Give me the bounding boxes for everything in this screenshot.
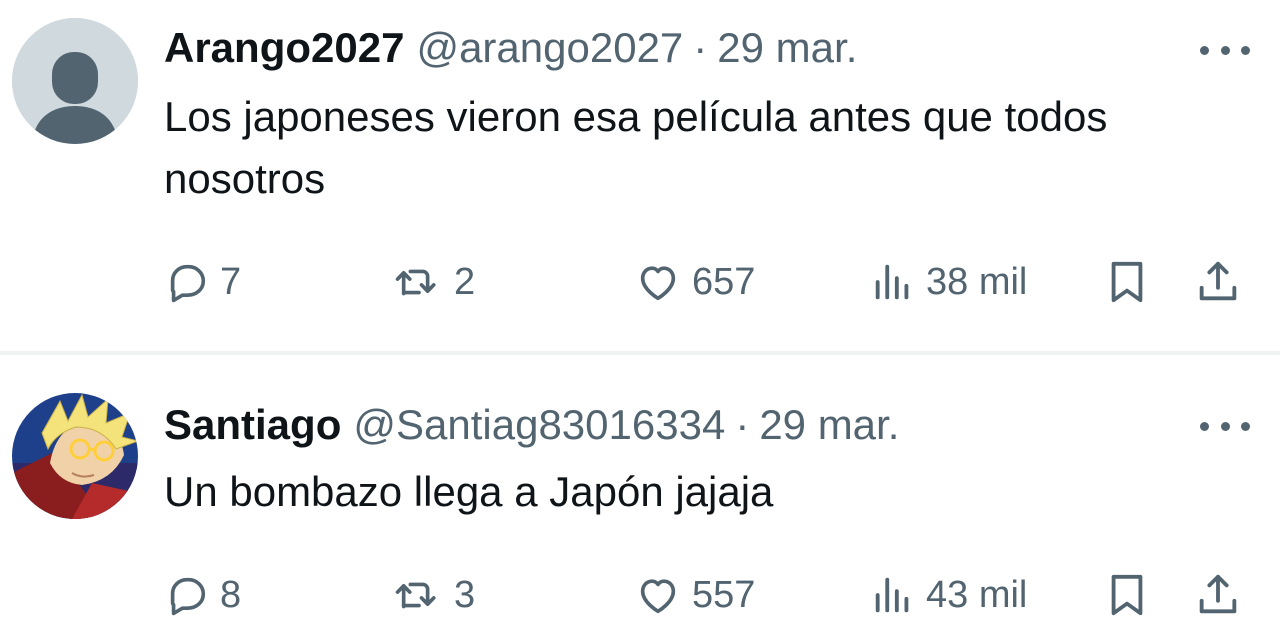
reply-icon	[170, 577, 206, 616]
share-button[interactable]	[1194, 252, 1242, 312]
display-name[interactable]: Santiago	[164, 401, 341, 449]
retweet-icon	[395, 269, 436, 296]
share-icon	[1199, 261, 1237, 301]
retweet-count: 2	[454, 260, 476, 303]
reply-button[interactable]: 7	[164, 252, 241, 312]
timestamp[interactable]: 29 mar.	[717, 24, 857, 72]
like-count: 557	[692, 573, 756, 616]
views-icon	[875, 264, 909, 300]
share-icon	[1199, 574, 1237, 614]
like-icon	[640, 579, 676, 614]
action-bar: 8 3 557 43 mil	[0, 565, 1280, 625]
action-bar: 7 2 657 38 mil	[0, 252, 1280, 312]
like-icon	[640, 266, 676, 301]
reply-icon	[170, 264, 206, 303]
more-icon[interactable]	[1200, 414, 1250, 438]
like-button[interactable]: 557	[634, 565, 755, 625]
avatar[interactable]	[12, 18, 138, 144]
more-icon[interactable]	[1200, 38, 1250, 62]
user-handle[interactable]: @arango2027	[416, 24, 683, 72]
reply-count: 8	[220, 573, 242, 616]
user-handle[interactable]: @Santiag83016334	[353, 401, 725, 449]
views-button[interactable]: 43 mil	[870, 565, 1027, 625]
bookmark-button[interactable]	[1104, 565, 1150, 625]
bookmark-icon	[1111, 261, 1143, 303]
separator: ·	[735, 401, 750, 448]
retweet-count: 3	[454, 573, 476, 616]
retweet-button[interactable]: 3	[394, 565, 475, 625]
reply-count: 7	[220, 260, 242, 303]
tweet-text: Un bombazo llega a Japón jajaja	[164, 468, 774, 515]
anime-character-avatar	[12, 393, 138, 519]
tweet[interactable]: Santiago @Santiag83016334 · 29 mar. Un b…	[0, 355, 1280, 641]
timestamp[interactable]: 29 mar.	[759, 401, 899, 449]
views-button[interactable]: 38 mil	[870, 252, 1027, 312]
views-icon	[875, 577, 909, 613]
separator: ·	[693, 24, 708, 71]
reply-button[interactable]: 8	[164, 565, 241, 625]
retweet-icon	[395, 582, 436, 609]
tweet[interactable]: Arango2027 @arango2027 · 29 mar. Los jap…	[0, 0, 1280, 352]
views-count: 38 mil	[926, 260, 1028, 303]
share-button[interactable]	[1194, 565, 1242, 625]
bookmark-button[interactable]	[1104, 252, 1150, 312]
like-button[interactable]: 657	[634, 252, 755, 312]
like-count: 657	[692, 260, 756, 303]
display-name[interactable]: Arango2027	[164, 24, 404, 72]
tweet-header: Arango2027 @arango2027 · 29 mar.	[164, 18, 857, 78]
avatar[interactable]	[12, 393, 138, 519]
tweet-header: Santiago @Santiag83016334 · 29 mar.	[164, 395, 899, 455]
tweet-text: Los japoneses vieron esa película antes …	[164, 93, 1108, 202]
views-count: 43 mil	[926, 573, 1028, 616]
retweet-button[interactable]: 2	[394, 252, 475, 312]
bookmark-icon	[1111, 574, 1143, 616]
default-user-icon	[12, 18, 138, 144]
